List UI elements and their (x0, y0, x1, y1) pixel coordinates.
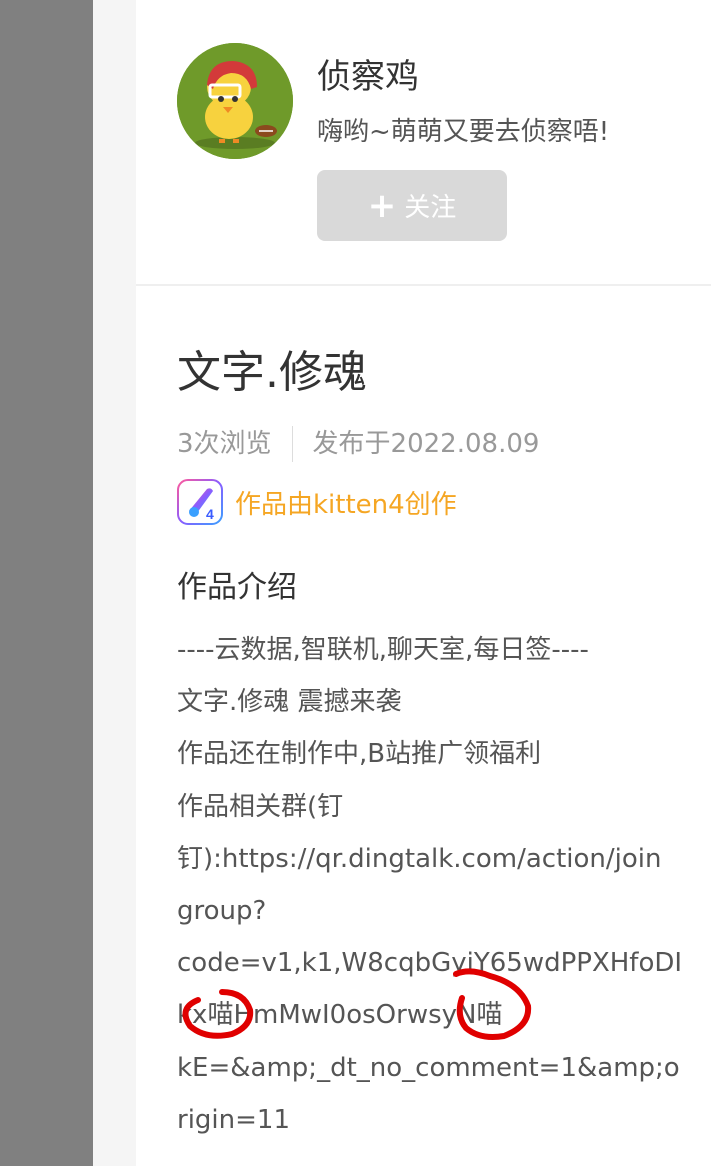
meta-separator (291, 426, 293, 462)
follow-button[interactable]: + 关注 (317, 170, 507, 241)
creator-text: 作品由kitten4创作 (235, 489, 457, 520)
intro-line: code=v1,k1,W8cqbGyiY65wdPPXHfoDI (177, 948, 683, 979)
follow-button-label: 关注 (404, 193, 457, 223)
section-divider (136, 284, 711, 286)
intro-line: group? (177, 895, 267, 926)
work-title: 文字.修魂 (177, 347, 367, 398)
intro-line: ----云数据,智联机,聊天室,每日签---- (177, 635, 589, 665)
intro-line: 钉):https://qr.dingtalk.com/action/join (177, 843, 662, 874)
author-name[interactable]: 侦察鸡 (317, 55, 419, 99)
creator-line[interactable]: 4 作品由kitten4创作 (177, 478, 457, 526)
view-count: 3次浏览 (177, 429, 272, 459)
work-meta: 3次浏览 发布于2022.08.09 (177, 424, 539, 464)
kitten4-app-icon: 4 (177, 479, 223, 525)
plus-icon: + (367, 185, 397, 226)
publish-date: 发布于2022.08.09 (312, 429, 540, 459)
intro-line: kE=&amp;_dt_no_comment=1&amp;o (177, 1052, 680, 1083)
chick-football-avatar-icon (177, 43, 293, 159)
intro-line: 作品还在制作中,B站推广领福利 (177, 739, 542, 770)
intro-line: 作品相关群(钉 (177, 791, 344, 822)
svg-text:4: 4 (206, 506, 214, 522)
intro-description: ----云数据,智联机,聊天室,每日签---- 文字.修魂 震撼来袭 作品还在制… (177, 624, 697, 1146)
author-avatar[interactable] (177, 43, 293, 159)
intro-line: 文字.修魂 震撼来袭 (177, 687, 402, 718)
intro-line: kx喵HmMwI0osOrwsyN喵 (177, 1000, 503, 1031)
left-gray-rail (0, 0, 93, 1166)
author-bio: 嗨哟~萌萌又要去侦察唔! (317, 117, 610, 147)
page-gutter (93, 0, 136, 1166)
intro-line: rigin=11 (177, 1104, 290, 1135)
intro-heading: 作品介绍 (177, 570, 297, 605)
